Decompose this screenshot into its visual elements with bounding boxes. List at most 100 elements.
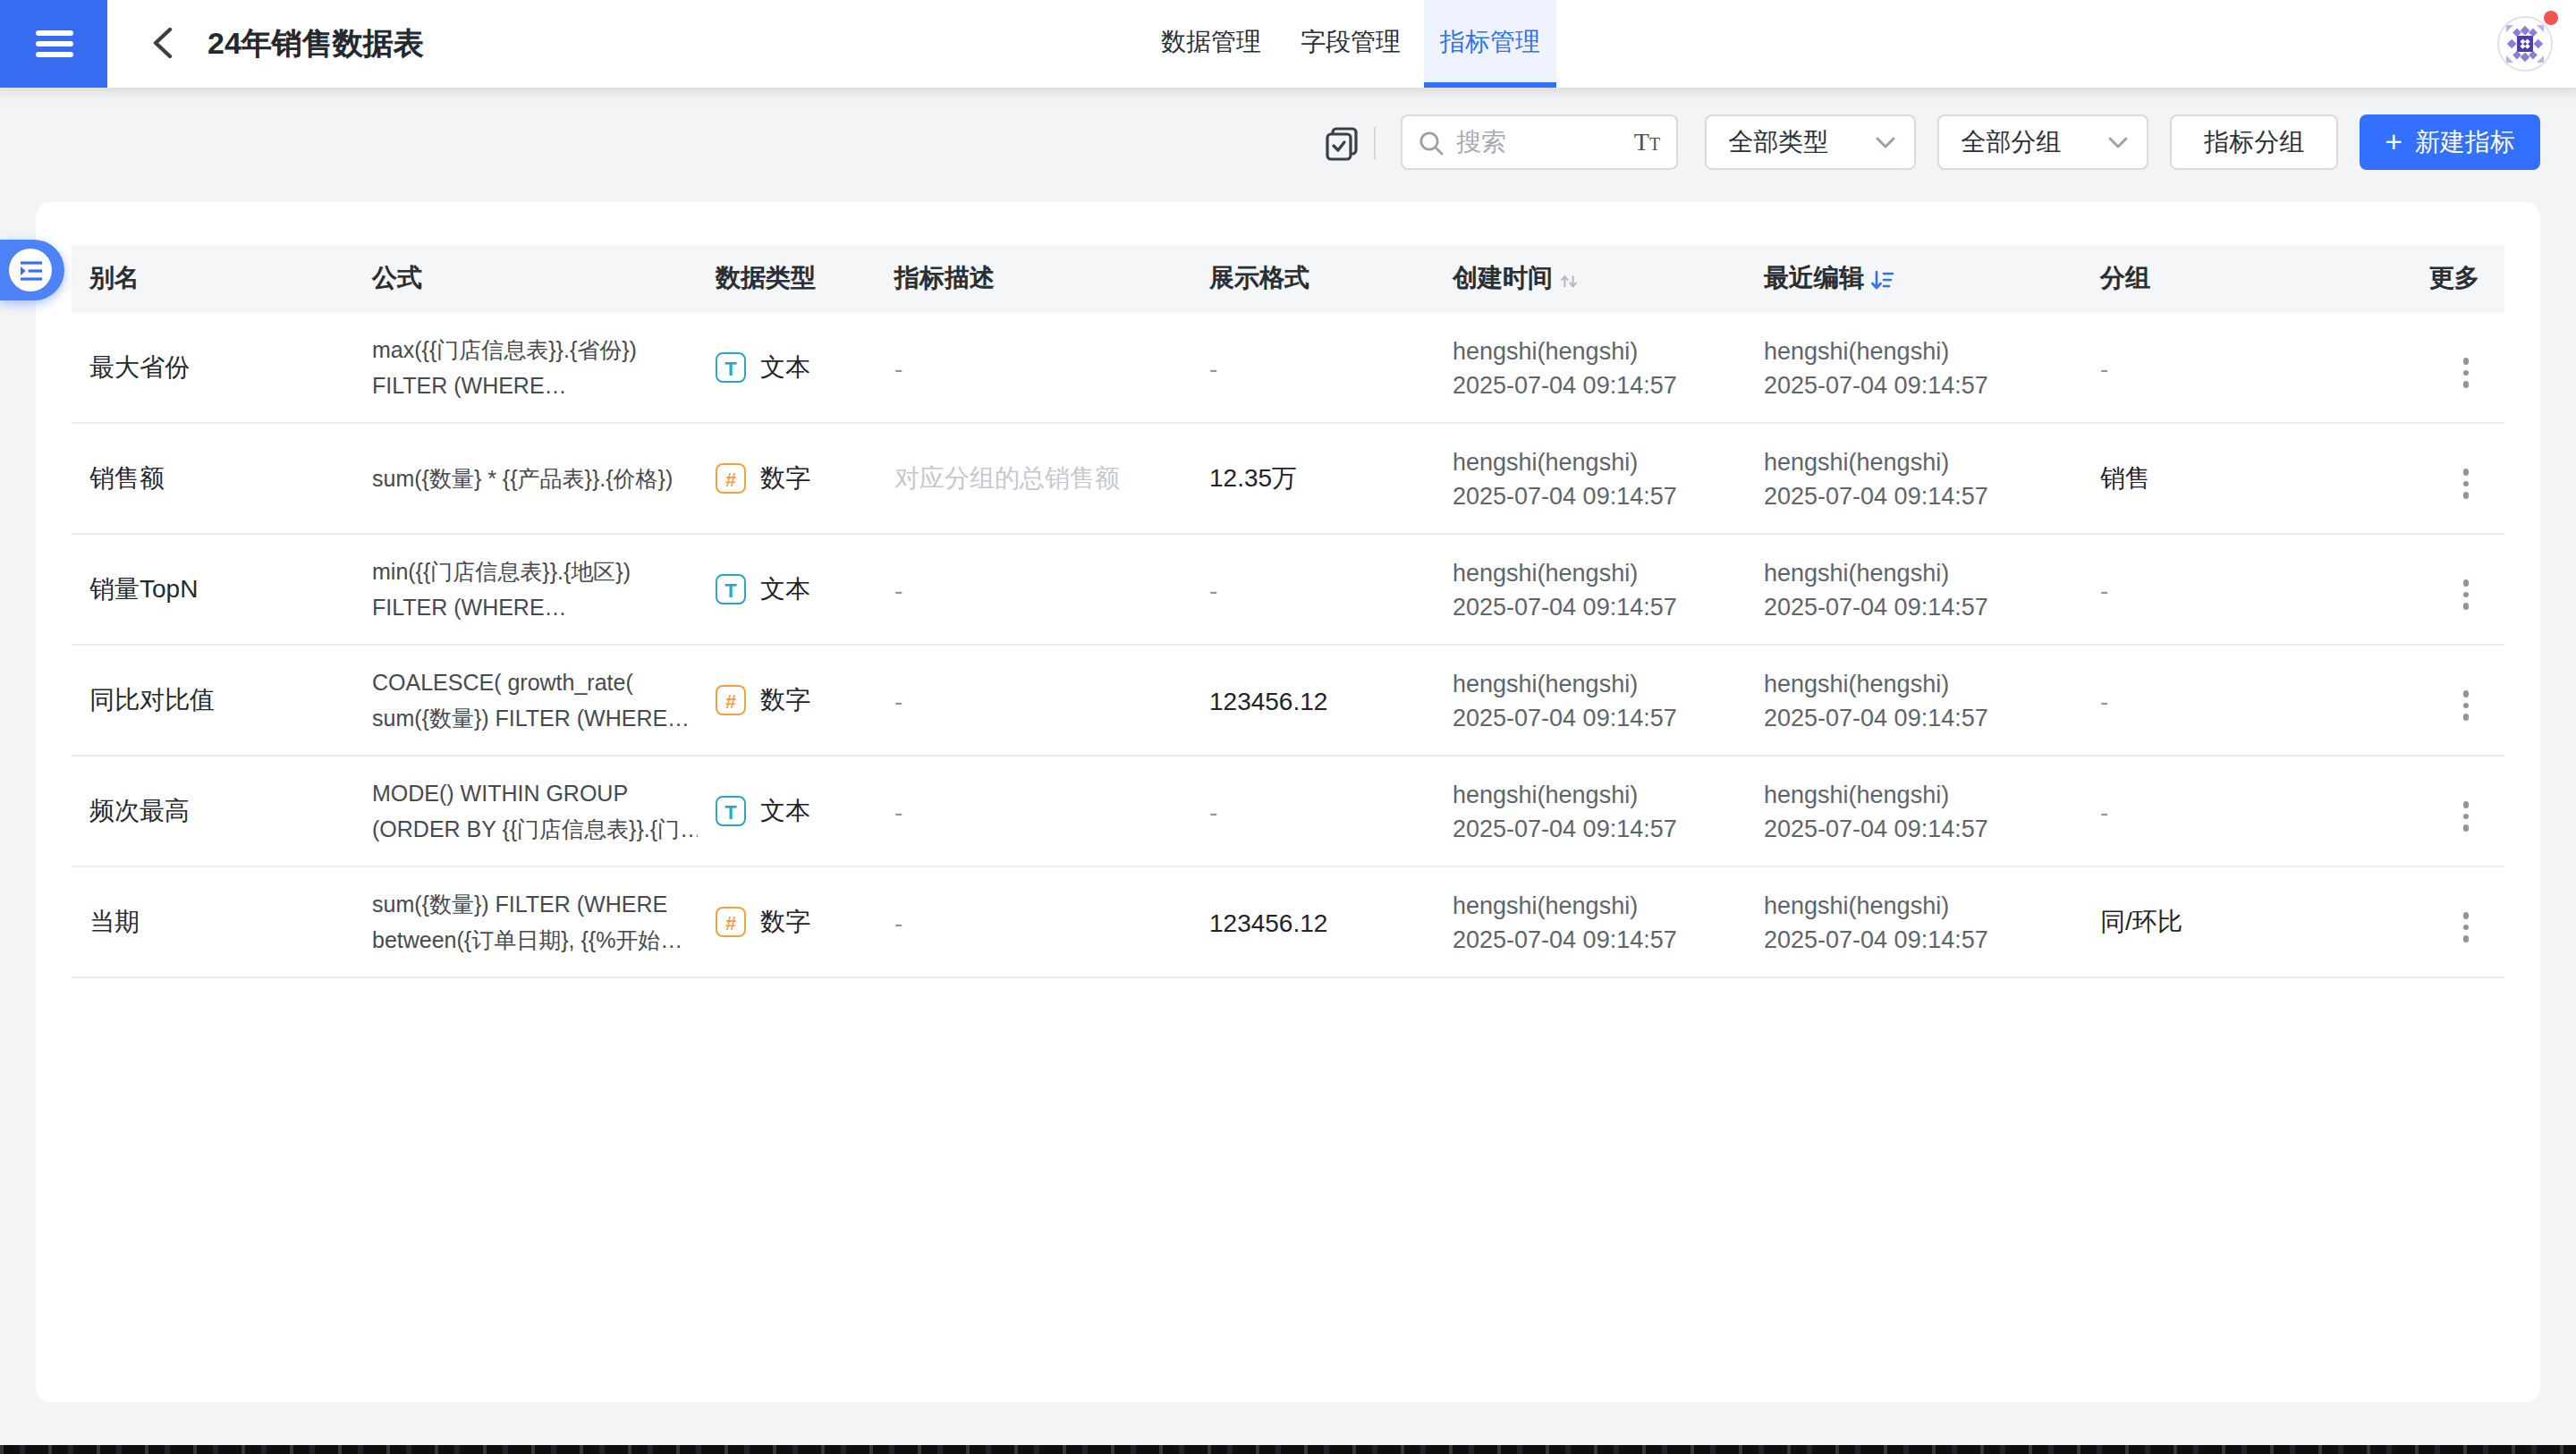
- column-header-9: 更多: [2383, 263, 2504, 295]
- metrics-card: 别名公式数据类型指标描述展示格式创建时间最近编辑分组更多 最大省份max({{门…: [36, 202, 2540, 1402]
- group-filter-select[interactable]: 全部分组: [1937, 114, 2148, 170]
- group-cell: 同/环比: [2082, 906, 2383, 938]
- page-title: 24年销售数据表: [208, 0, 424, 88]
- more-cell: [2383, 784, 2504, 838]
- type-label: 文本: [760, 795, 810, 827]
- search-placeholder: 搜索: [1456, 126, 1634, 158]
- more-cell: [2383, 895, 2504, 949]
- type-filter-value: 全部类型: [1728, 126, 1875, 158]
- back-button[interactable]: [143, 23, 182, 63]
- metric-type: T 文本: [698, 351, 877, 384]
- tab-1[interactable]: 数据管理: [1145, 0, 1277, 88]
- chevron-down-icon: [2107, 135, 2129, 149]
- type-label: 数字: [760, 684, 810, 716]
- metric-description: -: [877, 908, 1191, 936]
- tab-bar: 数据管理字段管理指标管理: [1141, 0, 1560, 88]
- edited-cell: hengshi(hengshi)2025-07-04 09:14:57: [1746, 555, 2082, 623]
- column-label: 指标描述: [894, 263, 995, 292]
- metric-type: T文本: [698, 795, 877, 827]
- table-row: 销售额sum({数量} * {{产品表}}.{价格})#数字对应分组的总销售额1…: [72, 424, 2504, 535]
- more-cell: [2383, 341, 2504, 394]
- metric-formula: min({{门店信息表}}.{地区})FILTER (WHERE…: [354, 554, 698, 625]
- group-cell: -: [2082, 797, 2383, 825]
- more-cell: [2383, 562, 2504, 616]
- type-label: 文本: [760, 351, 810, 384]
- edited-cell: hengshi(hengshi)2025-07-04 09:14:57: [1746, 888, 2082, 956]
- table-row: 同比对比值COALESCE( growth_rate(sum({数量}) FIL…: [72, 646, 2504, 757]
- column-label: 数据类型: [716, 263, 816, 292]
- hamburger-menu-button[interactable]: [0, 0, 107, 88]
- text-type-icon: T: [716, 574, 746, 604]
- metric-description: -: [877, 353, 1191, 382]
- metric-name: 最大省份: [72, 351, 354, 384]
- display-format: 123456.12: [1191, 686, 1435, 714]
- new-metric-label: 新建指标: [2415, 114, 2515, 170]
- metric-name: 当期: [72, 906, 354, 938]
- tab-2[interactable]: 字段管理: [1284, 0, 1417, 88]
- avatar[interactable]: [2497, 16, 2553, 72]
- table-header: 别名公式数据类型指标描述展示格式创建时间最近编辑分组更多: [72, 245, 2504, 313]
- column-label: 更多: [2429, 263, 2479, 292]
- hamburger-icon: [35, 25, 72, 63]
- metric-type: # 数字: [698, 906, 877, 938]
- sort-icon[interactable]: [1558, 268, 1580, 290]
- column-label: 创建时间: [1453, 263, 1553, 295]
- kebab-menu[interactable]: [2452, 462, 2479, 505]
- edited-cell: hengshi(hengshi)2025-07-04 09:14:57: [1746, 334, 2082, 402]
- more-cell: [2383, 452, 2504, 505]
- group-cell: -: [2082, 353, 2383, 382]
- dock-strip: [0, 1445, 2576, 1454]
- new-metric-button[interactable]: + 新建指标: [2360, 114, 2540, 170]
- table-row: 频次最高MODE() WITHIN GROUP(ORDER BY {{门店信息表…: [72, 757, 2504, 867]
- created-cell: hengshi(hengshi)2025-07-04 09:14:57: [1435, 666, 1746, 734]
- table-row: 最大省份max({{门店信息表}}.{省份})FILTER (WHERE…T文本…: [72, 313, 2504, 424]
- sidebar-expand-button[interactable]: [0, 240, 64, 300]
- avatar-pattern: [2499, 18, 2551, 70]
- group-cell: -: [2082, 575, 2383, 604]
- match-case-icon[interactable]: TT: [1634, 128, 1660, 156]
- display-format: 123456.12: [1191, 908, 1435, 936]
- divider: [1374, 126, 1376, 158]
- column-label: 最近编辑: [1764, 263, 1864, 295]
- metric-type: #数字: [698, 462, 877, 495]
- metric-description: -: [877, 575, 1191, 604]
- toolbar: 搜索 TT 全部类型 全部分组 指标分组 + 新建指标: [0, 114, 2540, 170]
- metric-name: 销售额: [72, 462, 354, 495]
- metric-description: 对应分组的总销售额: [877, 462, 1191, 495]
- column-header-6[interactable]: 创建时间: [1435, 263, 1746, 295]
- kebab-menu[interactable]: [2452, 573, 2479, 616]
- metric-formula: sum({数量}) FILTER (WHEREbetween({订单日期}, {…: [354, 886, 698, 958]
- chevron-left-icon: [152, 27, 174, 59]
- plus-icon: +: [2385, 127, 2402, 157]
- column-header-8: 分组: [2082, 263, 2383, 295]
- group-cell: 销售: [2082, 462, 2383, 495]
- column-label: 分组: [2100, 263, 2150, 292]
- tab-3[interactable]: 指标管理: [1424, 0, 1556, 88]
- metric-group-button[interactable]: 指标分组: [2170, 114, 2338, 170]
- edited-cell: hengshi(hengshi)2025-07-04 09:14:57: [1746, 666, 2082, 734]
- column-header-1: 别名: [72, 263, 354, 295]
- column-header-5: 展示格式: [1191, 263, 1435, 295]
- column-label: 别名: [89, 263, 140, 292]
- kebab-menu[interactable]: [2452, 684, 2479, 727]
- sort-active-icon[interactable]: [1869, 267, 1894, 291]
- created-cell: hengshi(hengshi)2025-07-04 09:14:57: [1435, 334, 1746, 402]
- metric-formula: sum({数量} * {{产品表}}.{价格}): [354, 461, 698, 496]
- metric-type: # 数字: [698, 684, 877, 716]
- created-cell: hengshi(hengshi)2025-07-04 09:14:57: [1435, 444, 1746, 512]
- number-type-icon: #: [716, 907, 746, 937]
- kebab-menu[interactable]: [2452, 351, 2479, 394]
- batch-select-icon[interactable]: [1324, 124, 1360, 160]
- column-header-7[interactable]: 最近编辑: [1746, 263, 2082, 295]
- search-input[interactable]: 搜索 TT: [1401, 114, 1678, 170]
- kebab-menu[interactable]: [2452, 906, 2479, 949]
- type-label: 数字: [760, 462, 810, 495]
- number-type-icon: #: [716, 685, 746, 715]
- type-label: 数字: [760, 906, 810, 938]
- metric-description: -: [877, 686, 1191, 714]
- text-type-icon: T: [716, 352, 746, 383]
- kebab-menu[interactable]: [2452, 795, 2479, 838]
- type-filter-select[interactable]: 全部类型: [1705, 114, 1916, 170]
- menu-unfold-icon: [19, 260, 42, 280]
- metric-formula: COALESCE( growth_rate(sum({数量}) FILTER (…: [354, 664, 698, 736]
